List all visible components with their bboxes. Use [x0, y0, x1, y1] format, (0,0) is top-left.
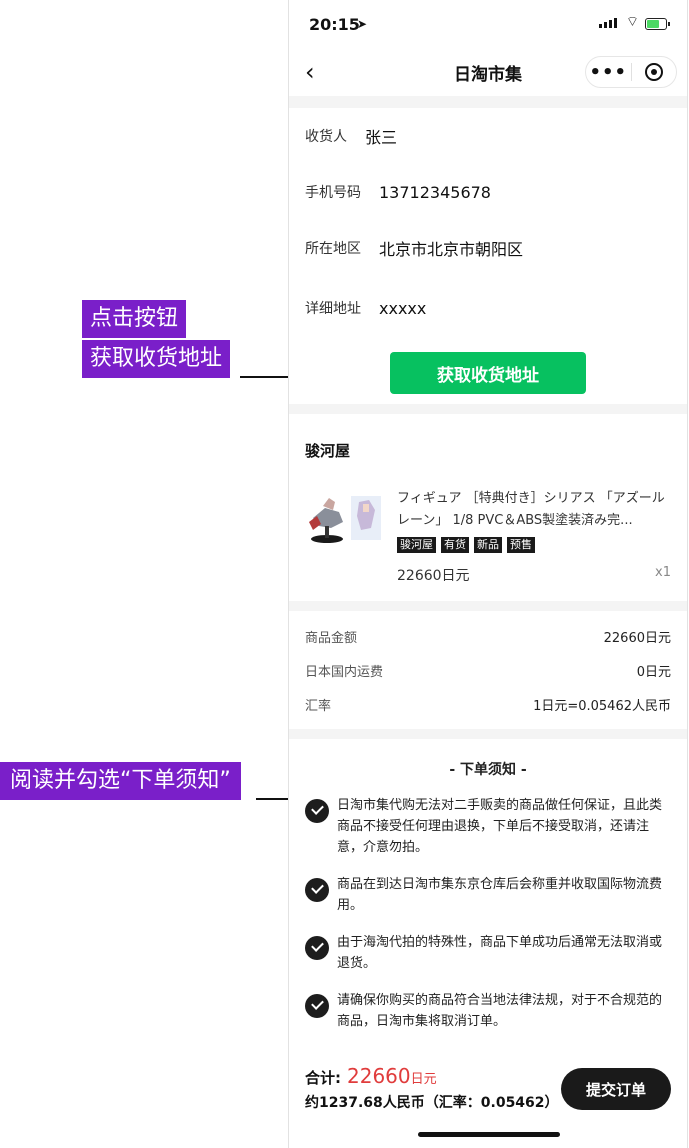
fee-label: 日本国内运费	[305, 664, 384, 680]
nav-bar: ‹ 日淘市集 •••	[289, 48, 687, 96]
order-notice-section: - 下单须知 - 日淘市集代购无法对二手贩卖的商品做任何保证，且此类商品不接受任…	[289, 739, 687, 1079]
detail-address-value: xxxxx	[379, 298, 427, 318]
divider	[289, 729, 687, 739]
address-section: 收货人 张三 手机号码 13712345678 所在地区 北京市北京市朝阳区 详…	[289, 108, 687, 404]
record-icon	[644, 63, 663, 81]
screenshot-canvas: 点击按钮 获取收货地址 阅读并勾选“下单须知” 20:15 ➤ ⌔ ‹ 日淘市集…	[0, 0, 689, 1148]
notice-item[interactable]: 由于海淘代拍的特殊性，商品下单成功后通常无法取消或退货。	[305, 932, 671, 974]
checkmark-icon[interactable]	[305, 878, 329, 902]
product-title: フィギュア ［特典付き］シリアス 「アズールレーン」 1/8 PVC＆ABS製塗…	[397, 491, 665, 528]
total-value: 22660	[347, 1064, 411, 1088]
fee-row-shipping: 日本国内运费 0日元	[305, 653, 671, 687]
divider	[289, 404, 687, 414]
checkmark-icon[interactable]	[305, 994, 329, 1018]
fee-value: 22660日元	[603, 630, 671, 646]
checkmark-icon[interactable]	[305, 799, 329, 823]
phone-value: 13712345678	[379, 182, 491, 202]
fee-row-rate: 汇率 1日元=0.05462人民币	[305, 687, 671, 721]
notice-title: - 下单须知 -	[449, 762, 527, 778]
notice-text: 请确保你购买的商品符合当地法律法规，对于不合规范的商品，日淘市集将取消订单。	[337, 993, 663, 1029]
phone-row[interactable]: 手机号码 13712345678	[305, 164, 671, 220]
detail-address-row[interactable]: 详细地址 xxxxx	[305, 276, 671, 340]
submit-order-button[interactable]: 提交订单	[561, 1068, 671, 1110]
region-row[interactable]: 所在地区 北京市北京市朝阳区	[305, 220, 671, 276]
region-value: 北京市北京市朝阳区	[379, 240, 524, 259]
shop-name: 骏河屋	[305, 442, 351, 460]
fee-value: 0日元	[636, 664, 671, 680]
annotation-read-notice: 阅读并勾选“下单须知”	[0, 762, 241, 800]
status-time: 20:15	[309, 15, 360, 34]
close-miniprogram-button[interactable]	[632, 63, 677, 81]
phone-screen: 20:15 ➤ ⌔ ‹ 日淘市集 ••• 收货人 张三 手机号码 1371234…	[288, 0, 688, 1148]
status-bar: 20:15 ➤ ⌔	[289, 0, 687, 48]
get-address-wrap: 获取收货地址	[305, 340, 671, 404]
annotation-get-address: 获取收货地址	[82, 340, 231, 378]
fee-label: 汇率	[305, 698, 332, 714]
receiver-row[interactable]: 收货人 张三	[305, 108, 671, 164]
get-address-button[interactable]: 获取收货地址	[390, 352, 586, 394]
wifi-icon: ⌔	[625, 14, 639, 30]
fee-row-goods: 商品金额 22660日元	[305, 619, 671, 653]
product-price: 22660日元	[397, 568, 470, 584]
checkmark-icon[interactable]	[305, 936, 329, 960]
notice-text: 日淘市集代购无法对二手贩卖的商品做任何保证，且此类商品不接受任何理由退换，下单后…	[337, 798, 663, 855]
divider	[289, 96, 687, 108]
detail-address-label: 详细地址	[305, 301, 361, 317]
product-thumbnail	[305, 488, 385, 548]
notice-item[interactable]: 请确保你购买的商品符合当地法律法规，对于不合规范的商品，日淘市集将取消订单。	[305, 990, 671, 1032]
location-arrow-icon: ➤	[357, 17, 368, 31]
tag-shop: 骏河屋	[397, 537, 436, 553]
checkout-bar: 合计: 22660 日元 约1237.68人民币（汇率：0.05462） 提交订…	[289, 1054, 687, 1148]
notice-text: 由于海淘代拍的特殊性，商品下单成功后通常无法取消或退货。	[337, 935, 663, 971]
home-indicator	[418, 1132, 560, 1137]
annotation-connector-line	[256, 798, 292, 800]
fee-value: 1日元=0.05462人民币	[533, 698, 671, 714]
annotation-tap-button: 点击按钮	[82, 300, 187, 338]
total-label: 合计:	[305, 1069, 341, 1087]
fee-section: 商品金额 22660日元 日本国内运费 0日元 汇率 1日元=0.05462人民…	[289, 611, 687, 729]
product-tags: 骏河屋 有货 新品 预售	[397, 537, 671, 553]
notice-text: 商品在到达日淘市集东京仓库后会称重并收取国际物流费用。	[337, 877, 663, 913]
tag-new: 新品	[474, 537, 502, 553]
battery-icon	[645, 18, 670, 30]
receiver-value: 张三	[365, 128, 398, 147]
region-label: 所在地区	[305, 241, 361, 257]
phone-label: 手机号码	[305, 185, 361, 201]
divider	[289, 601, 687, 611]
receiver-label: 收货人	[305, 129, 347, 145]
product-item[interactable]: フィギュア ［特典付き］シリアス 「アズールレーン」 1/8 PVC＆ABS製塗…	[289, 474, 687, 601]
price-row: 22660日元 x1	[397, 565, 671, 585]
product-quantity: x1	[655, 565, 671, 580]
miniprogram-capsule: •••	[585, 56, 677, 88]
signal-icon	[599, 18, 617, 28]
tag-in-stock: 有货	[441, 537, 469, 553]
tag-preorder: 预售	[507, 537, 535, 553]
notice-item[interactable]: 商品在到达日淘市集东京仓库后会称重并收取国际物流费用。	[305, 874, 671, 916]
notice-item[interactable]: 日淘市集代购无法对二手贩卖的商品做任何保证，且此类商品不接受任何理由退换，下单后…	[305, 795, 671, 858]
more-icon[interactable]: •••	[586, 62, 631, 83]
order-section: 骏河屋 フィギュア ［特典付き］シリアス 「アズールレーン」 1/8 PVC＆A…	[289, 414, 687, 601]
product-info: フィギュア ［特典付き］シリアス 「アズールレーン」 1/8 PVC＆ABS製塗…	[397, 488, 671, 585]
total-unit: 日元	[410, 1072, 437, 1087]
fee-label: 商品金额	[305, 630, 358, 646]
